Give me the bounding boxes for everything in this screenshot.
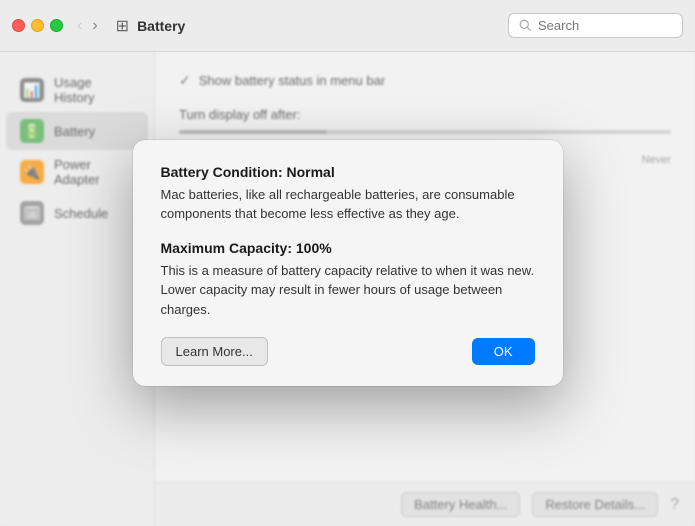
maximum-capacity-text: This is a measure of battery capacity re… bbox=[161, 261, 535, 320]
battery-condition-text: Mac batteries, like all rechargeable bat… bbox=[161, 185, 535, 224]
battery-condition-modal: Battery Condition: Normal Mac batteries,… bbox=[133, 140, 563, 387]
ok-button[interactable]: OK bbox=[472, 338, 535, 365]
learn-more-button[interactable]: Learn More... bbox=[161, 337, 268, 366]
modal-buttons: Learn More... OK bbox=[161, 337, 535, 366]
maximum-capacity-title: Maximum Capacity: 100% bbox=[161, 240, 535, 256]
modal-overlay: Battery Condition: Normal Mac batteries,… bbox=[0, 0, 695, 526]
battery-condition-title: Battery Condition: Normal bbox=[161, 164, 535, 180]
